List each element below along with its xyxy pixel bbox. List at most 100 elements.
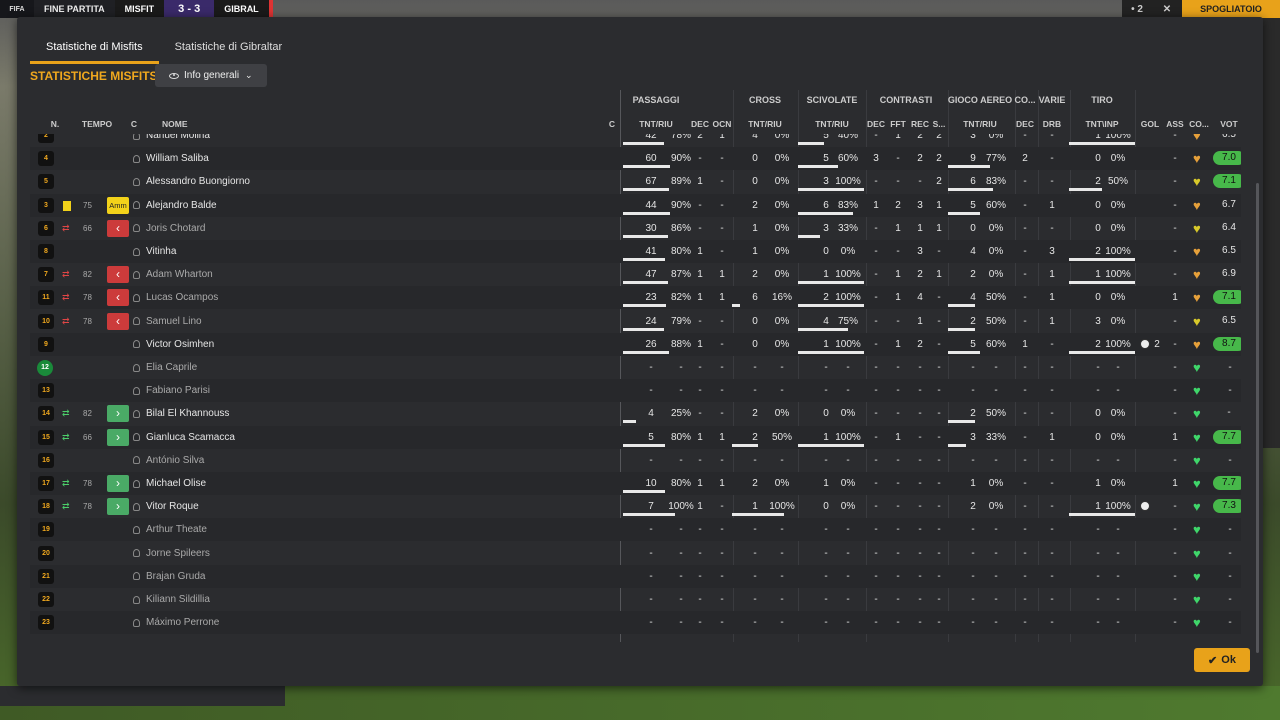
view-dropdown[interactable]: Info generali ⌄ xyxy=(155,64,267,87)
table-row[interactable]: 22 Kiliann Sildillia - - - - - - - - - - - - - - - - - - - ♥ - xyxy=(30,588,1241,611)
table-row[interactable]: 7 ⇄ 82 ‹ Adam Wharton 47 87% 1 1 2 0% 1 100% -1 2 1 2 0% -… xyxy=(30,263,1241,286)
column-header[interactable]: C xyxy=(109,119,159,129)
rating-badge: 8.7 xyxy=(1213,336,1241,351)
sub-in-button[interactable]: › xyxy=(107,428,129,446)
morale-heart-icon: ♥ xyxy=(1193,174,1201,190)
table-row[interactable]: 12 Elia Caprile - - - - - - - - - - - - - - - - - - - ♥ - xyxy=(30,356,1241,379)
table-row[interactable]: 3 75 Amm Alejandro Balde 44 90% - -2 0% 6 83% 1 2 3 1 5… xyxy=(30,193,1241,217)
player-name[interactable]: Máximo Perrone xyxy=(133,611,219,634)
stat-cell: - xyxy=(720,176,724,188)
column-header[interactable]: TNT\INP xyxy=(1077,119,1127,129)
shirt-number: 19 xyxy=(38,522,54,538)
stat-cell: 0 xyxy=(752,315,758,327)
table-row[interactable]: 9 Victor Osimhen 26 88% 1-0 0% 1 100% -1 2-5 60% 1-… xyxy=(30,332,1241,356)
sub-out-button[interactable]: ‹ xyxy=(107,219,129,237)
dropdown-label: Info generali xyxy=(184,70,240,81)
column-header[interactable]: C xyxy=(587,119,637,129)
player-icon xyxy=(133,525,140,534)
sub-out-button[interactable]: ‹ xyxy=(107,312,129,330)
table-row[interactable]: 14 ⇄ 82 › Bilal El Khannouss 4 25% - -2 0% 0 0% - - - -… xyxy=(30,402,1241,425)
table-row[interactable]: 23 Máximo Perrone - - - - - - - - - - - - - - - - - - - ♥ - xyxy=(30,611,1241,635)
close-button[interactable]: ✕ xyxy=(1152,0,1182,18)
scrollbar[interactable] xyxy=(1256,183,1259,653)
player-name[interactable]: Michael Olise xyxy=(133,472,206,495)
player-name[interactable]: Arthur Theate xyxy=(133,518,207,541)
stat-cell: - xyxy=(1023,408,1027,420)
table-row[interactable]: 16 António Silva - - - - - - - - - - - - - - - - - - - ♥ - xyxy=(30,449,1241,472)
sub-in-button[interactable]: › xyxy=(107,498,129,516)
table-row[interactable]: 15 ⇄ 66 › Gianluca Scamacca 5 80% 1 1 2 50% 1 100% -1… xyxy=(30,425,1241,449)
ok-button[interactable]: ✔ Ok xyxy=(1194,648,1250,672)
locker-room-button[interactable]: SPOGLIATOIO xyxy=(1182,0,1280,18)
table-row[interactable]: 20 Jorne Spileers - - - - - - - - - - - - - - - - - - - ♥ - xyxy=(30,542,1241,565)
stat-cell: - xyxy=(937,547,941,559)
stat-cell: - xyxy=(937,246,941,257)
sub-out-button[interactable]: ‹ xyxy=(107,289,129,307)
player-name[interactable]: Vitor Roque xyxy=(133,495,199,518)
table-row[interactable]: 4 William Saliba 60 90% - -0 0% 5 60% 3-2 2 9 77% 2-0… xyxy=(30,147,1241,171)
column-header[interactable]: TNT/RIU xyxy=(631,119,681,129)
table-row[interactable]: 17 ⇄ 78 › Michael Olise 10 80% 1 1 2 0% 1 0% - - - -1 0% -… xyxy=(30,472,1241,495)
player-name[interactable]: Kiliann Sildillia xyxy=(133,588,210,611)
column-header[interactable]: TNT/RIU xyxy=(740,119,790,129)
player-name[interactable]: Alessandro Buongiorno xyxy=(133,170,250,193)
player-name[interactable]: Brajan Gruda xyxy=(133,565,205,588)
player-name[interactable]: Elia Caprile xyxy=(133,356,197,379)
stat-cell: - xyxy=(780,570,784,582)
stat-cell: - xyxy=(1173,617,1177,629)
player-name[interactable]: Victor Osimhen xyxy=(133,333,214,356)
table-row[interactable]: 2 Nahuel Molina 42 78% 2 1 4 0% 5 40% -1 2 2 3 0% - -1 10… xyxy=(30,134,1241,147)
tab-misfits-stats[interactable]: Statistiche di Misfits xyxy=(30,35,159,64)
player-name[interactable]: Samuel Lino xyxy=(133,310,202,333)
table-row[interactable]: 13 Fabiano Parisi - - - - - - - - - - - - - - - - - - - ♥ - xyxy=(30,379,1241,403)
booking-badge[interactable]: Amm xyxy=(107,196,129,214)
stat-cell: - xyxy=(1173,315,1177,327)
player-name[interactable]: Fabiano Parisi xyxy=(133,379,210,402)
player-name[interactable]: William Saliba xyxy=(133,147,209,170)
column-header[interactable]: VOT xyxy=(1204,119,1254,129)
player-icon xyxy=(133,177,140,186)
stat-cell: - xyxy=(720,338,724,350)
sub-in-button[interactable]: › xyxy=(107,405,129,423)
table-row[interactable]: 6 ⇄ 66 ‹ Joris Chotard 30 86% - -1 0% 3 33% -1 1 1 0 0% -… xyxy=(30,217,1241,240)
sub-out-button[interactable]: ‹ xyxy=(107,266,129,284)
player-name-label: William Saliba xyxy=(146,153,209,165)
player-name[interactable]: Jorne Spileers xyxy=(133,542,210,565)
morale-heart-icon: ♥ xyxy=(1193,592,1201,607)
player-name[interactable]: Gianluca Scamacca xyxy=(133,426,235,449)
stat-cell: 50% xyxy=(985,315,1006,327)
player-name-label: Vitinha xyxy=(146,246,177,257)
player-name[interactable]: Joris Chotard xyxy=(133,217,205,240)
table-row[interactable]: 5 Alessandro Buongiorno 67 89% 1-0 0% 3 100% - - -… xyxy=(30,170,1241,193)
stat-bar xyxy=(623,234,668,238)
player-name[interactable]: Nahuel Molina xyxy=(133,134,210,147)
column-header[interactable]: NOME xyxy=(162,119,188,129)
stat-bar xyxy=(948,350,980,354)
morale-heart-icon: ♥ xyxy=(1193,452,1201,468)
stat-cell: 0% xyxy=(774,176,790,188)
sub-in-button[interactable]: › xyxy=(107,475,129,492)
player-name[interactable]: Adam Wharton xyxy=(133,263,213,286)
table-row[interactable]: 8 Vitinha 41 80% 1-1 0% 0 0% - -3-4 0% -3 2 100% - ♥ 6.5 xyxy=(30,240,1241,263)
player-name[interactable]: António Silva xyxy=(133,449,204,472)
player-name[interactable]: Vitinha xyxy=(133,240,176,263)
player-name[interactable]: Alejandro Balde xyxy=(133,194,217,217)
column-header[interactable]: TNT/RIU xyxy=(807,119,857,129)
stat-cell: - xyxy=(1173,570,1177,582)
stat-cell: - xyxy=(780,385,784,397)
stat-cell: 0% xyxy=(988,246,1004,257)
player-name[interactable]: Lucas Ocampos xyxy=(133,286,218,309)
table-row[interactable]: 11 ⇄ 78 ‹ Lucas Ocampos 23 82% 1 1 6 16% 2 100% -1 4-4… xyxy=(30,286,1241,310)
table-row[interactable]: 18 ⇄ 78 › Vitor Roque 7 100% 1-1 100% 0 0% - - - -2 0% -… xyxy=(30,495,1241,518)
column-header[interactable]: TNT/RIU xyxy=(955,119,1005,129)
table-row[interactable]: 21 Brajan Gruda - - - - - - - - - - - - - - - - - - - ♥ - xyxy=(30,564,1241,588)
stat-cell: - xyxy=(720,547,724,559)
tab-gibraltar-stats[interactable]: Statistiche di Gibraltar xyxy=(159,35,299,64)
player-name[interactable]: Bilal El Khannouss xyxy=(133,402,229,425)
sub-out-icon: ⇄ xyxy=(62,222,70,233)
table-row[interactable]: 19 Arthur Theate - - - - - - - - - - - - - - - - - - - ♥ - xyxy=(30,518,1241,542)
score: 3 - 3 xyxy=(164,0,215,18)
column-header[interactable]: DRB xyxy=(1027,119,1077,129)
table-row[interactable]: 10 ⇄ 78 ‹ Samuel Lino 24 79% - -0 0% 4 75% - -1-2 50% -… xyxy=(30,310,1241,333)
notifications-button[interactable]: • 2 xyxy=(1122,0,1152,18)
